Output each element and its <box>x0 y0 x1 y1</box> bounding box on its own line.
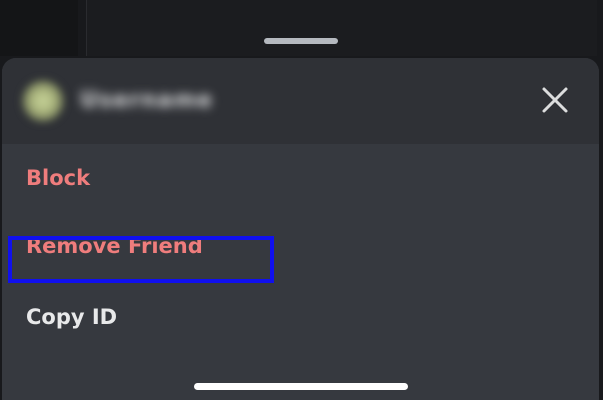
screen: Username Block Remove Friend Copy ID <box>0 0 603 400</box>
user-action-sheet: Username Block Remove Friend Copy ID <box>2 58 599 400</box>
sheet-drag-handle[interactable] <box>264 38 338 44</box>
home-indicator[interactable] <box>194 383 408 390</box>
close-button[interactable] <box>537 82 573 118</box>
avatar[interactable] <box>22 80 64 122</box>
copy-id-highlight-box <box>8 236 274 283</box>
block-menu-item[interactable]: Block <box>26 166 90 190</box>
close-icon <box>541 86 569 114</box>
copy-id-menu-item[interactable]: Copy ID <box>26 305 117 329</box>
background-sidebar-area <box>0 0 78 56</box>
background-chat-area <box>86 0 597 56</box>
sheet-header: Username <box>2 58 599 144</box>
username-label: Username <box>80 88 214 113</box>
